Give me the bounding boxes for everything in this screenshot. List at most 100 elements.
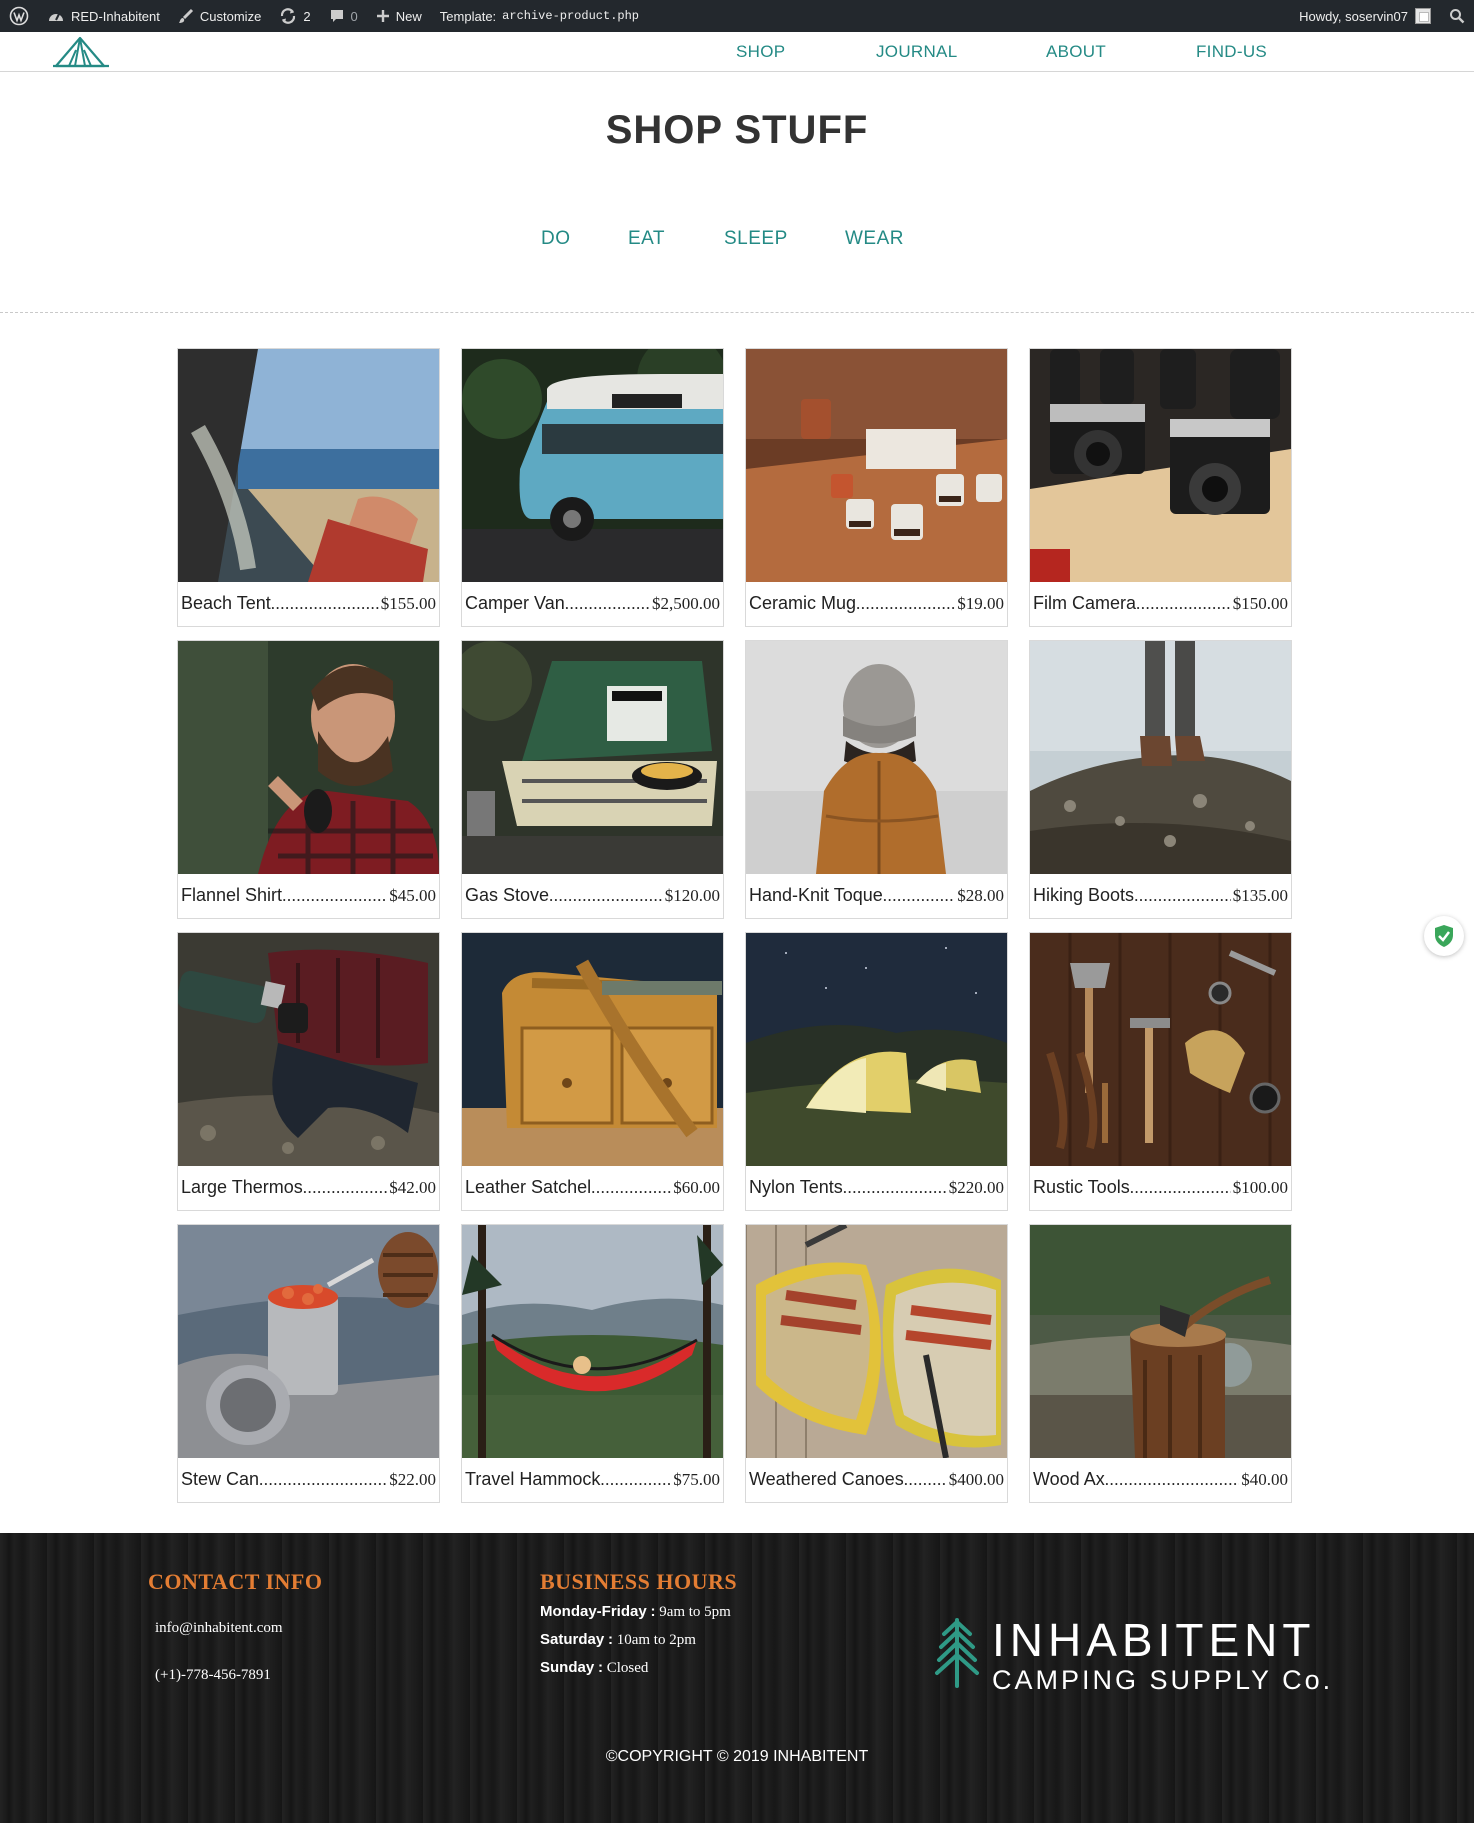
product-card[interactable]: Beach Tent $155.00 <box>177 348 440 627</box>
product-price: $100.00 <box>1232 1178 1288 1197</box>
admin-search[interactable] <box>1440 0 1474 32</box>
product-caption: Large Thermos $42.00 <box>181 1177 436 1201</box>
product-name[interactable]: Hiking Boots <box>1033 885 1134 906</box>
product-caption: Stew Can $22.00 <box>181 1469 436 1493</box>
product-image-large-thermos[interactable] <box>178 933 439 1166</box>
product-image-flannel-shirt[interactable] <box>178 641 439 874</box>
template-label: Template: <box>439 8 497 24</box>
product-image-ceramic-mug[interactable] <box>746 349 1007 582</box>
category-wear[interactable]: WEAR <box>845 228 904 250</box>
product-name[interactable]: Flannel Shirt <box>181 885 282 906</box>
updates-link[interactable]: 2 <box>270 0 319 32</box>
product-card[interactable]: Gas Stove $120.00 <box>461 640 724 919</box>
site-name-menu[interactable]: RED-Inhabitent <box>38 0 169 32</box>
product-image-film-camera[interactable] <box>1030 349 1291 582</box>
category-eat[interactable]: EAT <box>628 228 665 250</box>
product-image-beach-tent[interactable] <box>178 349 439 582</box>
nav-find-us[interactable]: FIND-US <box>1196 42 1267 62</box>
nav-about[interactable]: ABOUT <box>1046 42 1106 62</box>
template-file: archive-product.php <box>502 9 639 23</box>
category-sleep[interactable]: SLEEP <box>724 228 788 250</box>
customize-link[interactable]: Customize <box>169 0 270 32</box>
dot-leader <box>600 1470 671 1490</box>
product-card[interactable]: Film Camera $150.00 <box>1029 348 1292 627</box>
dot-leader <box>1134 886 1231 906</box>
product-card[interactable]: Camper Van $2,500.00 <box>461 348 724 627</box>
product-card[interactable]: Travel Hammock $75.00 <box>461 1224 724 1503</box>
product-caption: Wood Ax $40.00 <box>1033 1469 1288 1493</box>
refresh-icon <box>279 7 297 25</box>
product-price: $120.00 <box>664 886 720 905</box>
product-card[interactable]: Rustic Tools $100.00 <box>1029 932 1292 1211</box>
product-image-hand-knit-toque[interactable] <box>746 641 1007 874</box>
product-image-stew-can[interactable] <box>178 1225 439 1458</box>
product-image-nylon-tents[interactable] <box>746 933 1007 1166</box>
product-card[interactable]: Large Thermos $42.00 <box>177 932 440 1211</box>
product-caption: Beach Tent $155.00 <box>181 593 436 617</box>
dot-leader <box>1105 1470 1240 1490</box>
contact-email[interactable]: info@inhabitent.com <box>155 1620 283 1637</box>
product-name[interactable]: Gas Stove <box>465 885 549 906</box>
template-info[interactable]: Template: archive-product.php <box>431 0 648 32</box>
comments-link[interactable]: 0 <box>320 0 367 32</box>
hours-time: 9am to 5pm <box>659 1604 731 1620</box>
product-name[interactable]: Ceramic Mug <box>749 593 856 614</box>
wordpress-menu[interactable] <box>0 0 38 32</box>
hours-day: Monday-Friday <box>540 1603 647 1620</box>
contact-heading: CONTACT INFO <box>148 1569 323 1594</box>
nav-shop[interactable]: SHOP <box>736 42 785 62</box>
product-image-camper-van[interactable] <box>462 349 723 582</box>
product-name[interactable]: Travel Hammock <box>465 1469 600 1490</box>
product-image-rustic-tools[interactable] <box>1030 933 1291 1166</box>
product-name[interactable]: Rustic Tools <box>1033 1177 1130 1198</box>
product-card[interactable]: Leather Satchel $60.00 <box>461 932 724 1211</box>
site-name: RED-Inhabitent <box>71 8 160 24</box>
product-card[interactable]: Nylon Tents $220.00 <box>745 932 1008 1211</box>
product-name[interactable]: Nylon Tents <box>749 1177 843 1198</box>
product-card[interactable]: Ceramic Mug $19.00 <box>745 348 1008 627</box>
product-card[interactable]: Flannel Shirt $45.00 <box>177 640 440 919</box>
product-price: $2,500.00 <box>652 594 720 613</box>
product-name[interactable]: Camper Van <box>465 593 565 614</box>
product-name[interactable]: Wood Ax <box>1033 1469 1105 1490</box>
dot-leader <box>883 886 955 906</box>
product-price: $155.00 <box>380 594 436 613</box>
site-logo-link[interactable] <box>52 32 112 70</box>
product-card[interactable]: Hand-Knit Toque $28.00 <box>745 640 1008 919</box>
product-image-wood-ax[interactable] <box>1030 1225 1291 1458</box>
security-badge[interactable] <box>1424 916 1464 956</box>
dot-leader <box>565 594 650 614</box>
product-price: $22.00 <box>389 1470 436 1489</box>
product-name[interactable]: Beach Tent <box>181 593 271 614</box>
product-image-leather-satchel[interactable] <box>462 933 723 1166</box>
product-name[interactable]: Large Thermos <box>181 1177 303 1198</box>
account-menu[interactable]: Howdy, soservin07 <box>1290 0 1440 32</box>
product-image-weathered-canoes[interactable] <box>746 1225 1007 1458</box>
product-caption: Film Camera $150.00 <box>1033 593 1288 617</box>
comment-icon <box>329 8 345 24</box>
product-card[interactable]: Wood Ax $40.00 <box>1029 1224 1292 1503</box>
dot-leader <box>904 1470 947 1490</box>
site-footer: CONTACT INFO info@inhabitent.com (+1)-77… <box>0 1533 1474 1823</box>
contact-phone[interactable]: (+1)-778-456-7891 <box>155 1667 271 1684</box>
brush-icon <box>178 8 194 24</box>
product-image-hiking-boots[interactable] <box>1030 641 1291 874</box>
dot-leader <box>259 1470 387 1490</box>
product-card[interactable]: Weathered Canoes $400.00 <box>745 1224 1008 1503</box>
product-name[interactable]: Leather Satchel <box>465 1177 591 1198</box>
product-name[interactable]: Weathered Canoes <box>749 1469 904 1490</box>
category-do[interactable]: DO <box>541 228 571 250</box>
product-name[interactable]: Hand-Knit Toque <box>749 885 883 906</box>
product-card[interactable]: Stew Can $22.00 <box>177 1224 440 1503</box>
new-content-menu[interactable]: New <box>367 0 431 32</box>
dashboard-icon <box>47 8 65 24</box>
product-price: $135.00 <box>1232 886 1288 905</box>
product-name[interactable]: Stew Can <box>181 1469 259 1490</box>
product-image-travel-hammock[interactable] <box>462 1225 723 1458</box>
nav-journal[interactable]: JOURNAL <box>876 42 957 62</box>
product-image-gas-stove[interactable] <box>462 641 723 874</box>
product-price: $150.00 <box>1232 594 1288 613</box>
product-name[interactable]: Film Camera <box>1033 593 1136 614</box>
hours-day: Saturday <box>540 1631 605 1648</box>
product-card[interactable]: Hiking Boots $135.00 <box>1029 640 1292 919</box>
